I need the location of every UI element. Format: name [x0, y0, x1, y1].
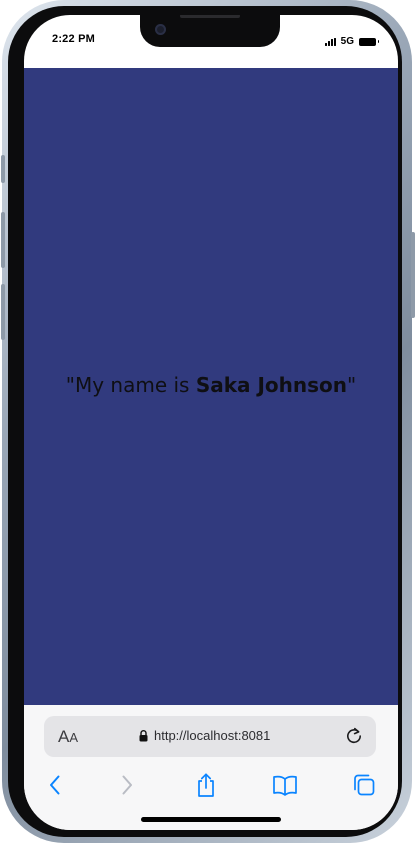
battery-icon [359, 37, 379, 46]
speaker-grille [180, 15, 240, 18]
volume-down-button [1, 284, 5, 340]
safari-bottom-bar: AA http://localhost:8081 [24, 705, 398, 830]
status-indicators: 5G [324, 36, 379, 47]
reload-button[interactable] [343, 725, 365, 747]
book-icon [273, 775, 297, 796]
notch [140, 15, 280, 47]
home-indicator[interactable] [141, 817, 281, 822]
tabs-button[interactable] [349, 770, 379, 800]
network-type: 5G [340, 36, 354, 47]
back-button[interactable] [40, 770, 70, 800]
camera-icon [155, 24, 166, 35]
greeting-suffix: " [347, 372, 357, 397]
aa-icon: AA [58, 727, 79, 746]
text-size-button[interactable]: AA [58, 727, 78, 748]
mute-switch [1, 155, 5, 183]
tabs-icon [354, 774, 375, 796]
url-display[interactable]: http://localhost:8081 [139, 728, 270, 744]
web-content: "My name is Saka Johnson" [24, 68, 398, 705]
share-button[interactable] [191, 770, 221, 800]
url-text: http://localhost:8081 [154, 728, 271, 743]
forward-button[interactable] [112, 770, 142, 800]
chevron-right-icon [122, 775, 132, 795]
bookmarks-button[interactable] [270, 770, 300, 800]
volume-up-button [1, 212, 5, 268]
address-bar[interactable]: AA http://localhost:8081 [44, 716, 376, 757]
chevron-left-icon [50, 775, 60, 795]
status-time: 2:22 PM [52, 33, 95, 45]
greeting-prefix: "My name is [65, 372, 196, 397]
reload-icon [347, 727, 362, 744]
screen: 2:22 PM 5G "My name is Saka Johnson" AA … [24, 15, 398, 830]
greeting-name: Saka Johnson [195, 372, 348, 397]
power-button [411, 232, 415, 318]
share-icon [198, 773, 214, 797]
lock-icon [139, 730, 148, 742]
safari-toolbar [24, 765, 398, 805]
cellular-signal-icon [324, 37, 336, 46]
greeting-text: "My name is Saka Johnson" [66, 373, 356, 397]
